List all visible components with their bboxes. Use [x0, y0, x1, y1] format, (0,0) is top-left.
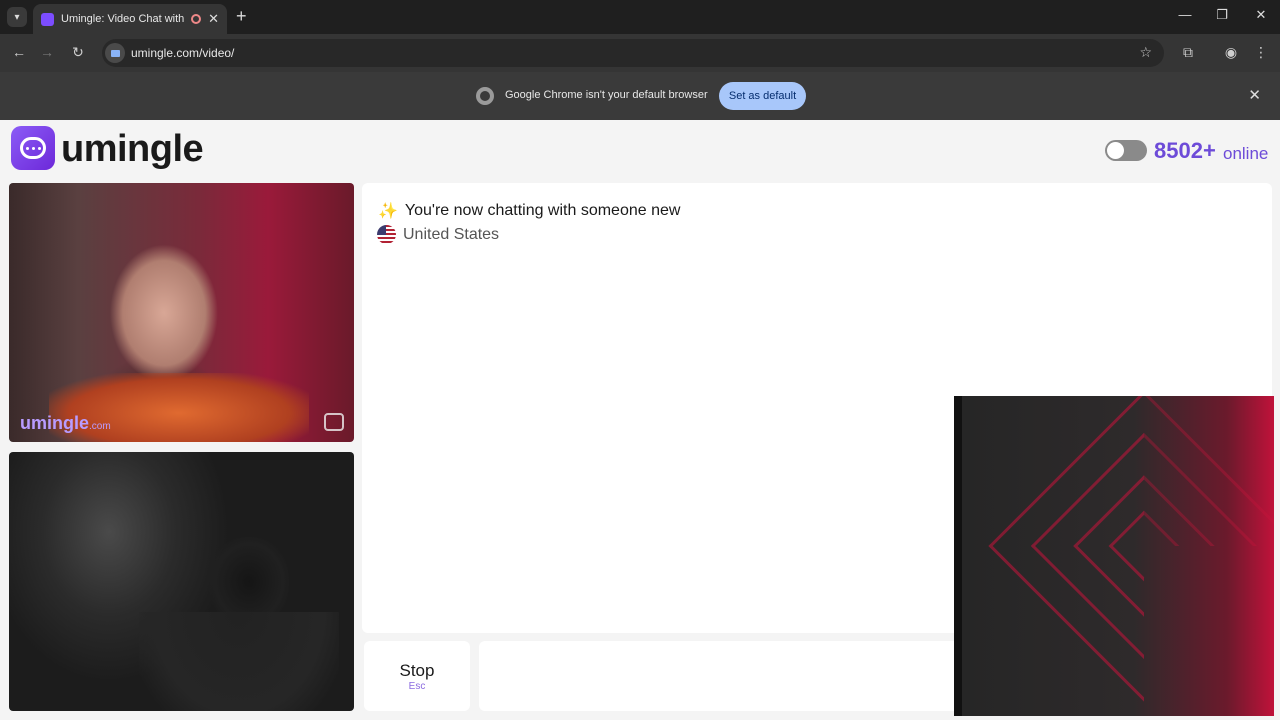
- sparkle-icon: ✨: [378, 203, 398, 220]
- address-bar[interactable]: umingle.com/video/ ☆: [102, 39, 1164, 67]
- forward-icon[interactable]: →: [38, 44, 56, 60]
- chat-status-line: ✨ You're now chatting with someone new: [378, 201, 680, 221]
- default-browser-infobar: Google Chrome isn't your default browser…: [0, 72, 1280, 120]
- recording-icon: [191, 14, 202, 24]
- site-info-icon[interactable]: [105, 43, 125, 63]
- close-infobar-icon[interactable]: ✕: [1248, 86, 1261, 104]
- stop-button[interactable]: Stop Esc: [364, 641, 470, 711]
- tab-search-icon[interactable]: ▾: [7, 7, 27, 27]
- umingle-favicon-icon: [41, 12, 54, 26]
- chat-status-message: You're now chatting with someone new: [404, 202, 681, 219]
- extensions-icon[interactable]: ⧉: [1179, 44, 1197, 61]
- navigation-bar: ← → ↻ umingle.com/video/ ☆ ⧉ ◉ ⋮: [0, 34, 1280, 72]
- url-text: umingle.com/video/: [131, 46, 235, 60]
- us-flag-icon: [377, 225, 396, 244]
- video-watermark: umingle.com: [20, 413, 111, 433]
- new-tab-icon[interactable]: +: [236, 6, 247, 27]
- report-flag-icon[interactable]: [324, 413, 344, 431]
- message-input[interactable]: [479, 641, 959, 711]
- umingle-logo-icon[interactable]: [11, 126, 55, 170]
- page-content: umingle 8502+ online umingle.com ✨ You'r…: [0, 120, 1280, 720]
- back-icon[interactable]: ←: [10, 44, 28, 60]
- close-window-icon[interactable]: ✕: [1251, 7, 1271, 23]
- theme-toggle[interactable]: [1105, 140, 1147, 161]
- remote-video: umingle.com: [9, 183, 354, 442]
- toggle-knob: [1107, 142, 1124, 159]
- browser-tab[interactable]: Umingle: Video Chat with St ✕: [33, 4, 227, 34]
- self-camera-preview: [954, 396, 1274, 716]
- online-label: online: [1223, 144, 1269, 163]
- minimize-icon[interactable]: —: [1175, 7, 1195, 22]
- infobar-message: Google Chrome isn't your default browser: [505, 89, 708, 101]
- set-as-default-button[interactable]: Set as default: [719, 82, 806, 110]
- menu-icon[interactable]: ⋮: [1252, 44, 1270, 61]
- partner-country-line: United States: [377, 225, 499, 244]
- partner-country: United States: [403, 225, 500, 243]
- profile-icon[interactable]: ◉: [1222, 44, 1240, 61]
- tab-title: Umingle: Video Chat with St: [61, 13, 185, 25]
- local-video: [9, 452, 354, 711]
- online-count: 8502+: [1154, 138, 1216, 163]
- logo-text[interactable]: umingle: [61, 128, 204, 171]
- chrome-logo-icon: [476, 87, 494, 105]
- reload-icon[interactable]: ↻: [69, 44, 87, 61]
- close-tab-icon[interactable]: ✕: [208, 11, 219, 27]
- tab-strip: ▾ Umingle: Video Chat with St ✕ + — ❐ ✕: [0, 0, 1280, 34]
- bookmark-star-icon[interactable]: ☆: [1139, 44, 1152, 61]
- stop-shortcut: Esc: [408, 681, 426, 692]
- stop-label: Stop: [399, 661, 435, 680]
- restore-icon[interactable]: ❐: [1212, 7, 1232, 23]
